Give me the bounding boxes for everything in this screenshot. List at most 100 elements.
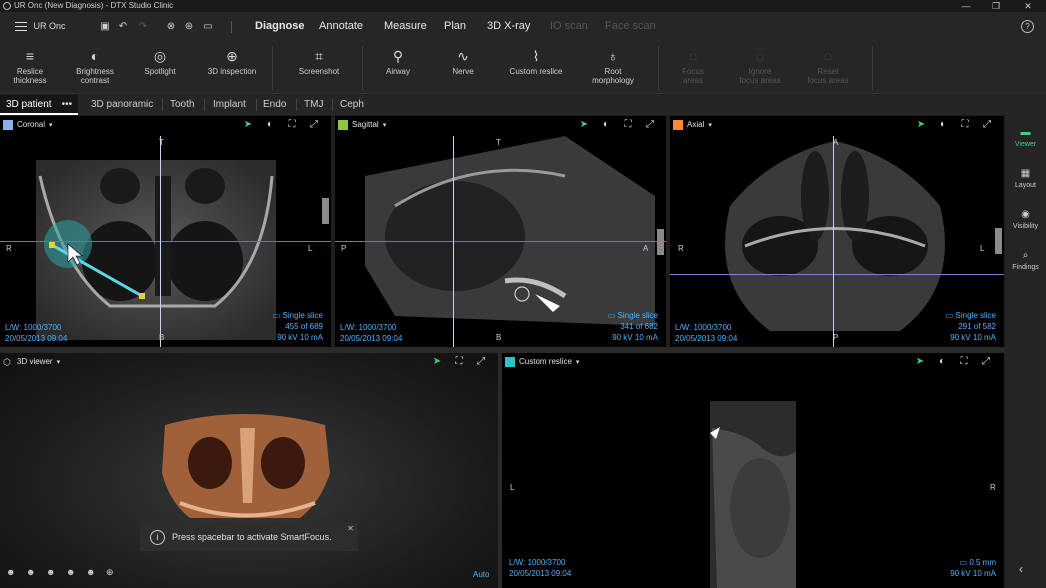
coronal-viewport[interactable]: Coronal ▾ ➤ ◐ ⛶ ⤢ T B R L L/W: 1000/3700 …	[0, 116, 331, 347]
airway-icon: ⚲	[392, 48, 404, 64]
pointer-tool-icon[interactable]: ➤	[914, 356, 926, 368]
tab-separator	[162, 99, 163, 111]
maximize-button[interactable]: ❐	[985, 0, 1007, 12]
pointer-tool-icon[interactable]: ➤	[915, 119, 927, 131]
slice-mode-icon: ▭	[272, 311, 283, 320]
tab-3d-patient[interactable]: 3D patient •••	[0, 95, 79, 115]
axial-info-left: L/W: 1000/3700 20/05/2013 09:04	[675, 323, 738, 343]
lock-preset-icon[interactable]: ⊕	[106, 567, 114, 577]
sagittal-view-select[interactable]: Sagittal ▾	[352, 120, 386, 129]
custom-reslice-button[interactable]: ⌇ Custom reslice	[496, 44, 576, 92]
tab-diagnose[interactable]: Diagnose	[255, 20, 305, 32]
implant-icon[interactable]: ⊗	[165, 21, 177, 33]
axial-header: Axial ▾ ➤ ◐ ⛶ ⤢	[670, 116, 1004, 134]
contrast-icon[interactable]: ◐	[264, 119, 276, 131]
custom-reslice-viewport[interactable]: Custom reslice ▾ ➤ ◐ ⛶ ⤢ L R L/W: 1000/37…	[502, 353, 1004, 588]
skull-skin-preset-icon[interactable]: ☻	[86, 567, 95, 577]
tab-implant[interactable]: Implant	[207, 95, 252, 115]
contrast-icon[interactable]: ◐	[937, 119, 949, 131]
orientation-right: L	[980, 244, 985, 253]
3d-inspection-button[interactable]: ⊕ 3D inspection	[192, 44, 272, 92]
toast-close-icon[interactable]: ✕	[347, 524, 354, 533]
close-window-button[interactable]: ✕	[1017, 0, 1039, 12]
tab-ceph[interactable]: Ceph	[334, 95, 370, 115]
settings-wheel-icon[interactable]: ⊛	[183, 21, 195, 33]
pointer-tool-icon[interactable]: ➤	[578, 119, 590, 131]
toolbar-separator	[272, 46, 273, 90]
layers-icon: ≡	[25, 48, 35, 64]
3d-view-select[interactable]: 3D viewer ▾	[17, 357, 60, 366]
orientation-left: P	[341, 244, 347, 253]
skull-soft-preset-icon[interactable]: ☻	[46, 567, 55, 577]
slice-scrollbar[interactable]	[322, 198, 329, 224]
redo-icon[interactable]: ↷	[137, 21, 149, 33]
findings-icon: ⌕	[1022, 250, 1029, 261]
nerve-button[interactable]: ∿ Nerve	[423, 44, 503, 92]
skull-teeth-preset-icon[interactable]: ☻	[66, 567, 75, 577]
3d-viewer-viewport[interactable]: ⬡ 3D viewer ▾ ➤ ⛶ ⤢ Auto	[0, 353, 498, 588]
orientation-right: L	[308, 244, 313, 253]
screenshot-button[interactable]: ⌗ Screenshot	[279, 44, 359, 92]
skull-bone-preset-icon[interactable]: ☻	[26, 567, 35, 577]
slice-scrollbar[interactable]	[995, 228, 1002, 254]
fit-view-icon[interactable]: ⛶	[959, 119, 971, 131]
tab-tooth[interactable]: Tooth	[164, 95, 200, 115]
title-bar: UR Onc (New Diagnosis) - DTX Studio Clin…	[0, 0, 1046, 12]
contrast-icon[interactable]: ◐	[600, 119, 612, 131]
maximize-view-icon[interactable]: ⤢	[308, 119, 320, 131]
tab-annotate[interactable]: Annotate	[319, 20, 363, 32]
pointer-tool-icon[interactable]: ➤	[242, 119, 254, 131]
axial-viewport[interactable]: Axial ▾ ➤ ◐ ⛶ ⤢ A P R L L/W: 1000/3700 20…	[670, 116, 1004, 347]
contrast-icon[interactable]: ◐	[936, 356, 948, 368]
eye-icon: ◉	[1021, 209, 1030, 220]
coronal-view-select[interactable]: Coronal ▾	[17, 120, 53, 129]
maximize-view-icon[interactable]: ⤢	[981, 119, 993, 131]
collapse-sidebar-icon[interactable]: ‹	[1019, 562, 1023, 576]
more-options-icon[interactable]: •••	[62, 99, 73, 110]
custom-info-left: L/W: 1000/3700 20/05/2013 09:04	[509, 558, 572, 578]
tab-tmj[interactable]: TMJ	[298, 95, 329, 115]
root-morphology-button[interactable]: ♁ Root morphology	[573, 44, 653, 92]
fit-view-icon[interactable]: ⛶	[453, 356, 465, 368]
tab-plan[interactable]: Plan	[444, 20, 466, 32]
fit-view-icon[interactable]: ⛶	[958, 356, 970, 368]
help-button[interactable]: ?	[1021, 20, 1034, 33]
sagittal-header: Sagittal ▾ ➤ ◐ ⛶ ⤢	[335, 116, 666, 134]
tab-3d-xray[interactable]: 3D X-ray	[487, 20, 530, 32]
case-menu-button[interactable]: UR Onc	[15, 21, 66, 32]
app-logo-icon	[3, 2, 11, 10]
auto-preset-link[interactable]: Auto	[473, 570, 489, 579]
pointer-tool-icon[interactable]: ➤	[431, 356, 443, 368]
undo-icon[interactable]: ↶	[117, 21, 129, 33]
fit-view-icon[interactable]: ⛶	[622, 119, 634, 131]
viewer-icon: ▬	[1020, 127, 1031, 138]
inspection-icon: ⊕	[226, 48, 238, 64]
custom-reslice-header: Custom reslice ▾ ➤ ◐ ⛶ ⤢	[502, 353, 1004, 371]
maximize-view-icon[interactable]: ⤢	[475, 356, 487, 368]
tab-io-scan: IO scan	[550, 20, 588, 32]
visibility-button[interactable]: ◉ Visibility	[1005, 209, 1046, 230]
sagittal-reference-line	[0, 241, 331, 242]
custom-view-select[interactable]: Custom reslice ▾	[519, 357, 579, 366]
maximize-view-icon[interactable]: ⤢	[980, 356, 992, 368]
image-icon[interactable]: ▭	[202, 21, 214, 33]
fit-view-icon[interactable]: ⛶	[286, 119, 298, 131]
minimize-button[interactable]: —	[955, 0, 977, 12]
save-icon[interactable]: ▣	[99, 21, 111, 33]
custom-info-right: ▭ 0.5 mm 90 kV 10 mA	[950, 558, 996, 578]
sagittal-viewport[interactable]: Sagittal ▾ ➤ ◐ ⛶ ⤢ T B P A L/W: 1000/3700…	[335, 116, 666, 347]
maximize-view-icon[interactable]: ⤢	[644, 119, 656, 131]
tab-measure[interactable]: Measure	[384, 20, 427, 32]
tab-3d-panoramic[interactable]: 3D panoramic	[85, 95, 159, 115]
skull-preset-icon[interactable]: ☻	[6, 567, 15, 577]
axial-view-select[interactable]: Axial ▾	[687, 120, 712, 129]
slice-scrollbar[interactable]	[657, 229, 664, 255]
tab-endo[interactable]: Endo	[257, 95, 292, 115]
layout-button[interactable]: ▦ Layout	[1005, 168, 1046, 189]
findings-button[interactable]: ⌕ Findings	[1005, 250, 1046, 271]
chevron-down-icon: ▾	[708, 122, 712, 129]
diagnose-toolbar: ≡ Reslice thickness ◐ Brightness contras…	[0, 42, 1046, 94]
spotlight-button[interactable]: ◎ Spotlight	[120, 44, 200, 92]
toolbar-separator	[872, 46, 873, 90]
viewer-button[interactable]: ▬ Viewer	[1005, 127, 1046, 148]
